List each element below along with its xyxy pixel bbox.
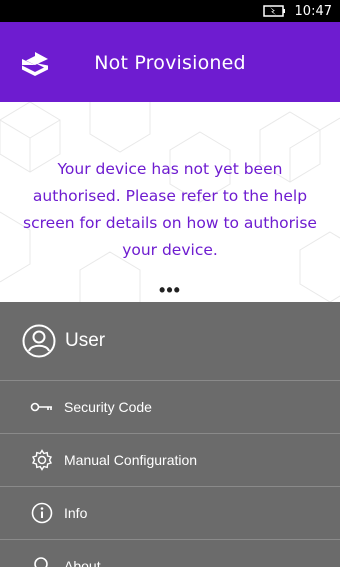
navigation-menu: User Security Code Manual Configuration … — [0, 302, 340, 567]
more-options-button[interactable]: ••• — [0, 280, 340, 301]
clock: 10:47 — [294, 3, 332, 19]
menu-item-manual-configuration[interactable]: Manual Configuration — [0, 434, 340, 487]
not-provisioned-message: Your device has not yet been authorised.… — [23, 160, 317, 259]
battery-icon — [262, 5, 285, 17]
menu-item-label: Manual Configuration — [64, 452, 198, 468]
menu-item-label: Info — [64, 505, 88, 521]
main-content: Your device has not yet been authorised.… — [0, 102, 340, 302]
key-icon — [30, 402, 52, 412]
user-label: User — [65, 330, 106, 351]
user-icon — [22, 324, 56, 358]
menu-item-user[interactable]: User — [0, 302, 340, 381]
menu-item-about[interactable]: About — [0, 540, 340, 567]
page-title: Not Provisioned — [94, 52, 246, 74]
gear-icon — [31, 449, 53, 471]
menu-item-info[interactable]: Info — [0, 487, 340, 540]
menu-item-label: Security Code — [64, 399, 152, 415]
menu-item-label: About — [64, 558, 101, 567]
menu-item-security-code[interactable]: Security Code — [0, 381, 340, 434]
info-icon — [31, 502, 53, 524]
app-header: Not Provisioned — [0, 22, 340, 102]
status-bar: 10:47 — [0, 0, 340, 22]
search-icon — [34, 557, 48, 567]
